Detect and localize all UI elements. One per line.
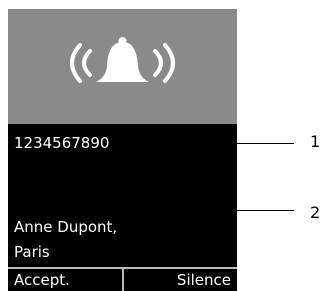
softkey-bar: Accept. Silence (8, 267, 237, 291)
callout-line-2 (226, 210, 294, 211)
caller-location: Paris (14, 243, 50, 261)
callout-number-1: 1 (310, 132, 321, 151)
caller-number: 1234567890 (14, 134, 110, 152)
accept-softkey[interactable]: Accept. (8, 269, 124, 291)
caller-name: Anne Dupont, (14, 218, 118, 236)
phone-display: 1234567890 Anne Dupont, Paris Accept. Si… (8, 9, 237, 291)
ringing-bell-icon (70, 37, 175, 83)
callout-number-2: 2 (310, 203, 321, 222)
ringing-indicator-area (8, 9, 237, 124)
silence-softkey[interactable]: Silence (124, 269, 238, 291)
callout-line-1 (226, 143, 294, 144)
